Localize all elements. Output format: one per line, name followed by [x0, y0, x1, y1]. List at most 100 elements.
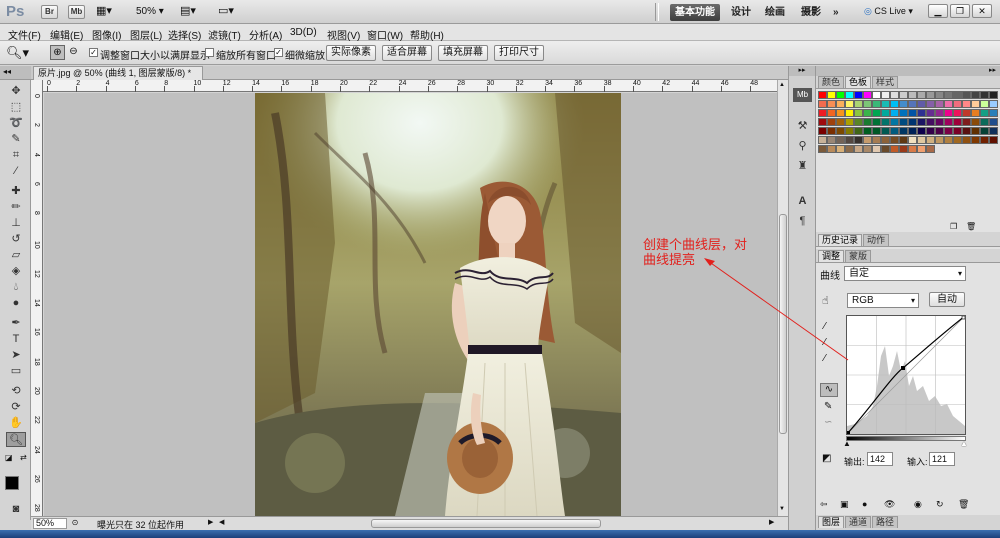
color-swatch[interactable] [863, 127, 872, 135]
color-swatch[interactable] [890, 91, 899, 99]
menu-image[interactable]: 图像(I) [92, 27, 121, 42]
color-swatch[interactable] [827, 91, 836, 99]
character-panel-icon[interactable]: A [793, 194, 812, 208]
canvas-area[interactable] [44, 93, 777, 516]
color-swatch[interactable] [881, 91, 890, 99]
color-swatch[interactable] [872, 118, 881, 126]
color-swatch[interactable] [872, 145, 881, 153]
bridge-button[interactable]: Br [41, 5, 58, 19]
foreground-color[interactable] [5, 476, 19, 490]
color-swatch[interactable] [890, 100, 899, 108]
zoom-level-select[interactable]: 50% ▾ [136, 6, 164, 17]
color-swatch[interactable] [827, 136, 836, 144]
color-swatch[interactable] [827, 118, 836, 126]
tab-channels[interactable]: 通道 [845, 516, 872, 528]
color-swatch[interactable] [917, 136, 926, 144]
color-swatch[interactable] [872, 91, 881, 99]
color-swatch[interactable] [908, 91, 917, 99]
color-swatch[interactable] [926, 145, 935, 153]
color-swatch[interactable] [917, 91, 926, 99]
color-swatch[interactable] [890, 136, 899, 144]
auto-button[interactable]: 自动 [929, 292, 965, 307]
color-swatch[interactable] [881, 145, 890, 153]
color-swatch[interactable] [962, 91, 971, 99]
color-swatch[interactable] [962, 100, 971, 108]
pen-tool-icon[interactable]: ✒ [6, 316, 26, 331]
reset-icon[interactable]: ↻ [936, 499, 944, 510]
brush-tool-icon[interactable]: ✏ [6, 200, 26, 215]
zoom-all-windows-checkbox[interactable] [205, 48, 214, 57]
menu-layer[interactable]: 图层(L) [130, 27, 162, 42]
color-swatch[interactable] [881, 109, 890, 117]
color-swatch[interactable] [854, 127, 863, 135]
color-swatch[interactable] [890, 109, 899, 117]
restore-button[interactable]: ❐ [950, 4, 970, 18]
3d-orbit-tool-icon[interactable]: ⟳ [6, 400, 26, 415]
color-swatch[interactable] [980, 109, 989, 117]
color-swatch[interactable] [908, 118, 917, 126]
curve-point-mode-icon[interactable]: ∿ [820, 383, 838, 397]
white-slider-icon[interactable]: ▲ [960, 439, 968, 448]
document-tab[interactable]: 原片.jpg @ 50% (曲线 1, 图层蒙版/8) * × [33, 66, 203, 91]
tab-color[interactable]: 颜色 [818, 76, 845, 88]
menu-filter[interactable]: 滤镜(T) [208, 27, 241, 42]
workspace-photography[interactable]: 摄影 [796, 4, 826, 21]
color-swatch[interactable] [935, 127, 944, 135]
input-value-field[interactable]: 121 [929, 452, 955, 466]
tab-paths[interactable]: 路径 [872, 516, 899, 528]
zoom-in-mode-icon[interactable]: ⊕ [50, 45, 65, 60]
scroll-left-icon[interactable]: ◀ [219, 518, 224, 526]
marquee-tool-icon[interactable]: ⬚ [6, 100, 26, 115]
close-window-button[interactable]: ✕ [972, 4, 992, 18]
color-swatch[interactable] [935, 109, 944, 117]
color-swatch[interactable] [971, 91, 980, 99]
color-swatch[interactable] [917, 109, 926, 117]
3d-rotate-tool-icon[interactable]: ⟲ [6, 384, 26, 399]
color-swatch[interactable] [863, 100, 872, 108]
color-swatch[interactable] [890, 127, 899, 135]
color-swatch[interactable] [971, 109, 980, 117]
quick-select-tool-icon[interactable]: ✎ [6, 132, 26, 147]
workspace-design[interactable]: 设计 [726, 4, 756, 21]
color-swatch[interactable] [899, 91, 908, 99]
menu-select[interactable]: 选择(S) [168, 27, 201, 42]
clone-stamp-tool-icon[interactable]: ⊥ [6, 216, 26, 231]
fit-screen-button[interactable]: 适合屏幕 [382, 45, 432, 61]
color-swatch[interactable] [944, 109, 953, 117]
resize-windows-checkbox[interactable]: ✓ [89, 48, 98, 57]
menu-view[interactable]: 视图(V) [327, 27, 360, 42]
color-swatch[interactable] [908, 100, 917, 108]
color-swatch[interactable] [872, 109, 881, 117]
curve-graph[interactable] [846, 315, 966, 435]
color-swatch[interactable] [971, 118, 980, 126]
status-menu-icon[interactable]: ▶ [208, 518, 213, 526]
eyedropper-tool-icon[interactable]: ⁄ [6, 164, 26, 179]
color-swatch[interactable] [989, 127, 998, 135]
workspace-painting[interactable]: 绘画 [760, 4, 790, 21]
color-swatch[interactable] [944, 127, 953, 135]
color-swatch[interactable] [854, 145, 863, 153]
spot-healing-tool-icon[interactable]: ✚ [6, 184, 26, 199]
color-swatch[interactable] [935, 100, 944, 108]
clone-source-icon[interactable]: ⚲ [793, 139, 812, 153]
color-swatch[interactable] [836, 136, 845, 144]
color-swatch[interactable] [989, 136, 998, 144]
color-swatch[interactable] [926, 136, 935, 144]
color-swatch[interactable] [836, 100, 845, 108]
color-swatch[interactable] [818, 109, 827, 117]
dodge-tool-icon[interactable]: ● [6, 296, 26, 311]
menu-file[interactable]: 文件(F) [8, 27, 41, 42]
brush-presets-icon[interactable]: ♜ [793, 159, 812, 173]
color-swatch[interactable] [962, 109, 971, 117]
color-swatch[interactable] [863, 118, 872, 126]
color-swatch[interactable] [836, 145, 845, 153]
color-swatch[interactable] [818, 145, 827, 153]
color-swatch[interactable] [953, 118, 962, 126]
menu-edit[interactable]: 编辑(E) [50, 27, 83, 42]
status-options-icon[interactable]: ⊙ [69, 518, 81, 529]
color-swatch[interactable] [917, 118, 926, 126]
color-swatch[interactable] [989, 91, 998, 99]
color-swatch[interactable] [917, 100, 926, 108]
color-swatch[interactable] [845, 127, 854, 135]
color-swatch[interactable] [818, 100, 827, 108]
